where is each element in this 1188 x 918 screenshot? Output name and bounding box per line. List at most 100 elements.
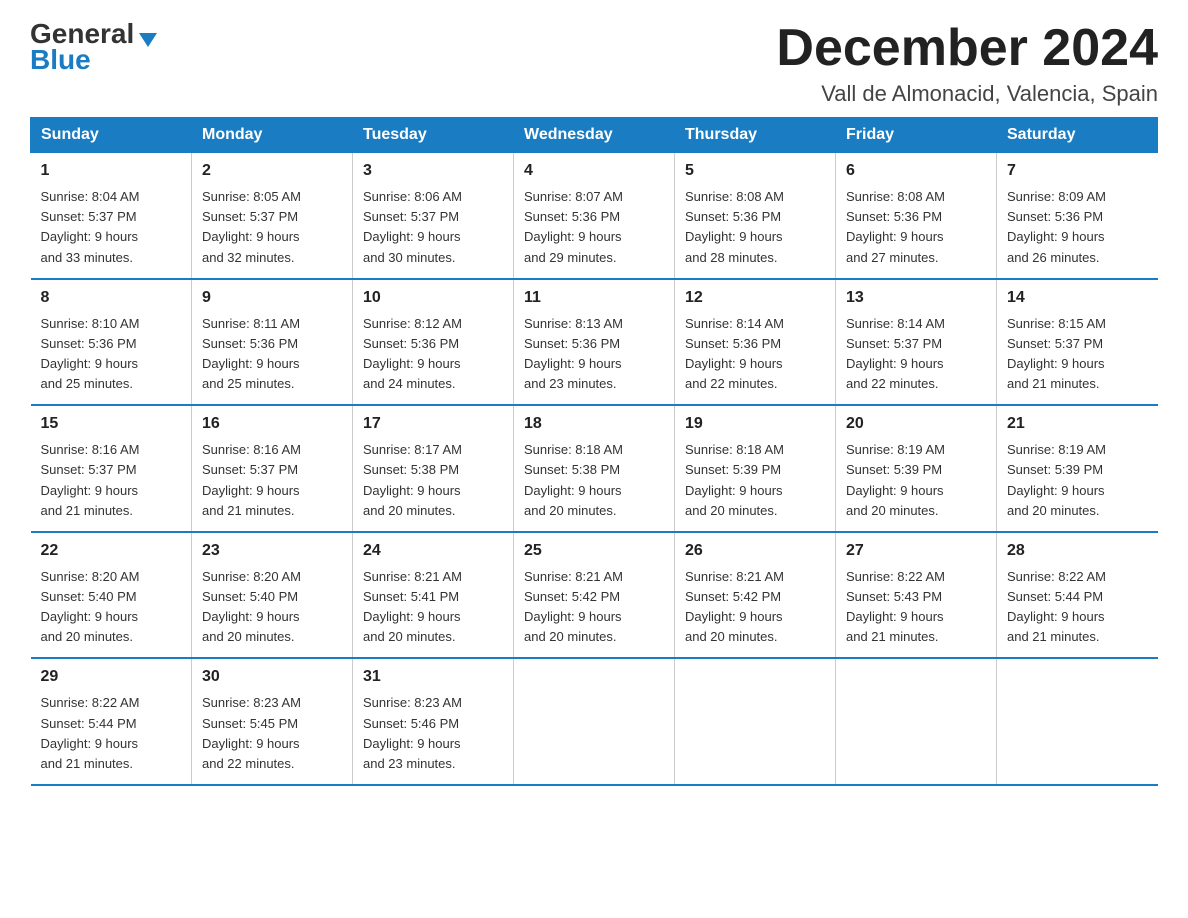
day-number: 17 [363,412,503,436]
day-cell: 12 Sunrise: 8:14 AMSunset: 5:36 PMDaylig… [675,279,836,406]
day-info: Sunrise: 8:08 AMSunset: 5:36 PMDaylight:… [846,187,986,268]
day-number: 29 [41,665,182,689]
day-cell [836,658,997,785]
day-cell: 10 Sunrise: 8:12 AMSunset: 5:36 PMDaylig… [353,279,514,406]
header-row: SundayMondayTuesdayWednesdayThursdayFrid… [31,118,1158,153]
week-row-4: 22 Sunrise: 8:20 AMSunset: 5:40 PMDaylig… [31,532,1158,659]
day-cell: 25 Sunrise: 8:21 AMSunset: 5:42 PMDaylig… [514,532,675,659]
day-number: 12 [685,286,825,310]
day-number: 31 [363,665,503,689]
day-number: 21 [1007,412,1148,436]
day-cell: 2 Sunrise: 8:05 AMSunset: 5:37 PMDayligh… [192,153,353,279]
day-info: Sunrise: 8:10 AMSunset: 5:36 PMDaylight:… [41,314,182,395]
day-cell: 14 Sunrise: 8:15 AMSunset: 5:37 PMDaylig… [997,279,1158,406]
logo-triangle-icon [139,33,157,47]
day-number: 19 [685,412,825,436]
day-cell: 29 Sunrise: 8:22 AMSunset: 5:44 PMDaylig… [31,658,192,785]
day-cell [514,658,675,785]
day-number: 23 [202,539,342,563]
day-number: 13 [846,286,986,310]
day-info: Sunrise: 8:16 AMSunset: 5:37 PMDaylight:… [202,440,342,521]
day-info: Sunrise: 8:20 AMSunset: 5:40 PMDaylight:… [202,567,342,648]
day-cell: 16 Sunrise: 8:16 AMSunset: 5:37 PMDaylig… [192,405,353,532]
logo-blue: Blue [30,46,91,74]
day-cell: 21 Sunrise: 8:19 AMSunset: 5:39 PMDaylig… [997,405,1158,532]
day-number: 10 [363,286,503,310]
day-number: 16 [202,412,342,436]
day-cell: 11 Sunrise: 8:13 AMSunset: 5:36 PMDaylig… [514,279,675,406]
day-info: Sunrise: 8:20 AMSunset: 5:40 PMDaylight:… [41,567,182,648]
day-cell: 20 Sunrise: 8:19 AMSunset: 5:39 PMDaylig… [836,405,997,532]
day-cell: 17 Sunrise: 8:17 AMSunset: 5:38 PMDaylig… [353,405,514,532]
week-row-1: 1 Sunrise: 8:04 AMSunset: 5:37 PMDayligh… [31,153,1158,279]
day-info: Sunrise: 8:21 AMSunset: 5:42 PMDaylight:… [685,567,825,648]
day-cell: 1 Sunrise: 8:04 AMSunset: 5:37 PMDayligh… [31,153,192,279]
header-cell-wednesday: Wednesday [514,118,675,153]
day-number: 14 [1007,286,1148,310]
day-info: Sunrise: 8:14 AMSunset: 5:37 PMDaylight:… [846,314,986,395]
day-info: Sunrise: 8:19 AMSunset: 5:39 PMDaylight:… [1007,440,1148,521]
day-cell: 22 Sunrise: 8:20 AMSunset: 5:40 PMDaylig… [31,532,192,659]
day-number: 25 [524,539,664,563]
day-number: 18 [524,412,664,436]
day-info: Sunrise: 8:05 AMSunset: 5:37 PMDaylight:… [202,187,342,268]
day-info: Sunrise: 8:12 AMSunset: 5:36 PMDaylight:… [363,314,503,395]
day-cell: 9 Sunrise: 8:11 AMSunset: 5:36 PMDayligh… [192,279,353,406]
day-info: Sunrise: 8:06 AMSunset: 5:37 PMDaylight:… [363,187,503,268]
main-title: December 2024 [776,20,1158,77]
day-info: Sunrise: 8:18 AMSunset: 5:38 PMDaylight:… [524,440,664,521]
day-number: 9 [202,286,342,310]
day-cell: 26 Sunrise: 8:21 AMSunset: 5:42 PMDaylig… [675,532,836,659]
day-info: Sunrise: 8:04 AMSunset: 5:37 PMDaylight:… [41,187,182,268]
day-cell: 31 Sunrise: 8:23 AMSunset: 5:46 PMDaylig… [353,658,514,785]
day-number: 27 [846,539,986,563]
calendar-body: 1 Sunrise: 8:04 AMSunset: 5:37 PMDayligh… [31,153,1158,785]
day-info: Sunrise: 8:11 AMSunset: 5:36 PMDaylight:… [202,314,342,395]
header-cell-saturday: Saturday [997,118,1158,153]
day-info: Sunrise: 8:22 AMSunset: 5:44 PMDaylight:… [41,693,182,774]
day-info: Sunrise: 8:13 AMSunset: 5:36 PMDaylight:… [524,314,664,395]
day-info: Sunrise: 8:16 AMSunset: 5:37 PMDaylight:… [41,440,182,521]
day-number: 26 [685,539,825,563]
day-info: Sunrise: 8:07 AMSunset: 5:36 PMDaylight:… [524,187,664,268]
day-cell [675,658,836,785]
calendar-header: SundayMondayTuesdayWednesdayThursdayFrid… [31,118,1158,153]
header-cell-tuesday: Tuesday [353,118,514,153]
day-cell: 13 Sunrise: 8:14 AMSunset: 5:37 PMDaylig… [836,279,997,406]
day-info: Sunrise: 8:23 AMSunset: 5:45 PMDaylight:… [202,693,342,774]
header-cell-thursday: Thursday [675,118,836,153]
day-cell: 27 Sunrise: 8:22 AMSunset: 5:43 PMDaylig… [836,532,997,659]
header-cell-monday: Monday [192,118,353,153]
day-cell: 24 Sunrise: 8:21 AMSunset: 5:41 PMDaylig… [353,532,514,659]
day-cell: 30 Sunrise: 8:23 AMSunset: 5:45 PMDaylig… [192,658,353,785]
day-cell: 6 Sunrise: 8:08 AMSunset: 5:36 PMDayligh… [836,153,997,279]
day-cell: 4 Sunrise: 8:07 AMSunset: 5:36 PMDayligh… [514,153,675,279]
day-info: Sunrise: 8:21 AMSunset: 5:41 PMDaylight:… [363,567,503,648]
day-number: 22 [41,539,182,563]
day-cell: 3 Sunrise: 8:06 AMSunset: 5:37 PMDayligh… [353,153,514,279]
day-info: Sunrise: 8:21 AMSunset: 5:42 PMDaylight:… [524,567,664,648]
day-info: Sunrise: 8:19 AMSunset: 5:39 PMDaylight:… [846,440,986,521]
day-info: Sunrise: 8:09 AMSunset: 5:36 PMDaylight:… [1007,187,1148,268]
day-info: Sunrise: 8:23 AMSunset: 5:46 PMDaylight:… [363,693,503,774]
day-info: Sunrise: 8:17 AMSunset: 5:38 PMDaylight:… [363,440,503,521]
week-row-3: 15 Sunrise: 8:16 AMSunset: 5:37 PMDaylig… [31,405,1158,532]
logo: General Blue [30,20,157,74]
calendar-table: SundayMondayTuesdayWednesdayThursdayFrid… [30,117,1158,786]
title-section: December 2024 Vall de Almonacid, Valenci… [776,20,1158,107]
day-number: 1 [41,159,182,183]
day-number: 11 [524,286,664,310]
day-info: Sunrise: 8:22 AMSunset: 5:44 PMDaylight:… [1007,567,1148,648]
day-number: 8 [41,286,182,310]
day-cell: 7 Sunrise: 8:09 AMSunset: 5:36 PMDayligh… [997,153,1158,279]
day-cell: 15 Sunrise: 8:16 AMSunset: 5:37 PMDaylig… [31,405,192,532]
day-number: 6 [846,159,986,183]
day-cell [997,658,1158,785]
day-cell: 23 Sunrise: 8:20 AMSunset: 5:40 PMDaylig… [192,532,353,659]
day-info: Sunrise: 8:18 AMSunset: 5:39 PMDaylight:… [685,440,825,521]
day-info: Sunrise: 8:08 AMSunset: 5:36 PMDaylight:… [685,187,825,268]
page-header: General Blue December 2024 Vall de Almon… [30,20,1158,107]
day-number: 30 [202,665,342,689]
header-cell-friday: Friday [836,118,997,153]
day-info: Sunrise: 8:22 AMSunset: 5:43 PMDaylight:… [846,567,986,648]
